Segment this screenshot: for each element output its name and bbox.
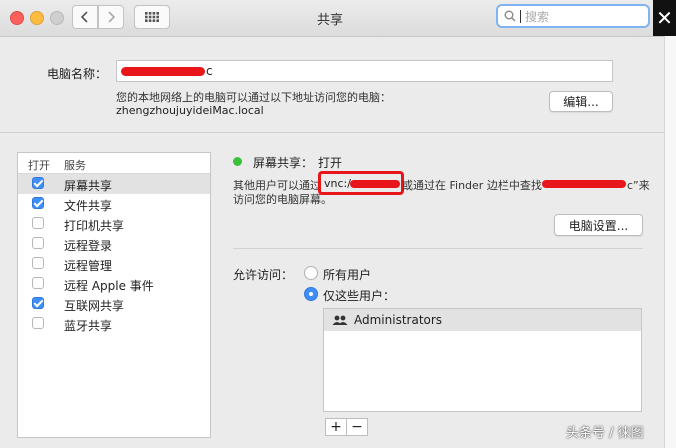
service-checkbox[interactable] [32, 277, 44, 289]
service-label: 互联网共享 [64, 299, 125, 313]
chevron-left-icon [81, 11, 88, 23]
service-row[interactable]: 互联网共享 [18, 294, 210, 314]
watermark-text: 头条号 / 徕图 [566, 426, 644, 441]
zoom-window-button[interactable] [50, 11, 64, 25]
chevron-right-icon [108, 11, 115, 23]
add-user-button[interactable]: + [325, 418, 347, 436]
service-row[interactable]: 文件共享 [18, 194, 210, 214]
minimize-window-button[interactable] [30, 11, 44, 25]
service-checkbox[interactable] [32, 297, 44, 309]
search-placeholder: 搜索 [525, 9, 550, 24]
service-label: 远程 Apple 事件 [64, 279, 154, 293]
user-row[interactable]: Administrators [324, 309, 641, 331]
description-line2: 访问您的电脑屏幕。 [233, 193, 332, 206]
radio-all-users-label[interactable]: 所有用户 [323, 266, 371, 283]
window-title: 共享 [316, 13, 343, 28]
show-all-button[interactable] [134, 5, 170, 29]
description-suffix: c”来 [627, 179, 650, 192]
service-label: 远程登录 [64, 239, 113, 253]
service-row[interactable]: 打印机共享 [18, 214, 210, 234]
window-titlebar: 共享 搜索 [0, 0, 664, 37]
local-network-hint: 您的本地网络上的电脑可以通过以下地址访问您的电脑： [116, 91, 391, 104]
service-row[interactable]: 远程登录 [18, 234, 210, 254]
service-label: 蓝牙共享 [64, 319, 113, 333]
service-row[interactable]: 远程管理 [18, 254, 210, 274]
window-edge [664, 36, 676, 448]
users-list[interactable]: Administrators [323, 308, 642, 412]
status-value: 打开 [318, 156, 343, 170]
service-row[interactable]: 蓝牙共享 [18, 314, 210, 334]
service-row[interactable]: 远程 Apple 事件 [18, 274, 210, 294]
computer-name-visible-suffix: c [206, 64, 213, 78]
radio-all-users[interactable] [304, 266, 318, 280]
description-middle: 或通过在 Finder 边栏中查找“ [402, 179, 548, 192]
allow-access-label: 允许访问： [233, 268, 294, 282]
search-icon [504, 10, 516, 22]
close-window-button[interactable] [10, 11, 24, 25]
grid-icon [145, 12, 159, 22]
service-checkbox[interactable] [32, 257, 44, 269]
service-label: 屏幕共享 [64, 179, 113, 193]
computer-name-field[interactable]: c [116, 60, 613, 82]
user-name: Administrators [354, 313, 443, 327]
service-checkbox[interactable] [32, 237, 44, 249]
status-indicator-icon [233, 157, 242, 166]
back-button[interactable] [72, 5, 98, 29]
radio-only-users-label[interactable]: 仅这些用户： [323, 287, 395, 304]
computer-name-label: 电脑名称： [47, 67, 108, 81]
service-checkbox[interactable] [32, 217, 44, 229]
column-on-header: 打开 [28, 159, 50, 172]
text-caret [520, 9, 521, 23]
service-checkbox[interactable] [32, 197, 44, 209]
forward-button[interactable] [98, 5, 124, 29]
service-label: 打印机共享 [64, 219, 125, 233]
redaction-mark [121, 67, 205, 76]
edit-button[interactable]: 编辑... [549, 91, 613, 112]
computer-settings-button[interactable]: 电脑设置... [554, 214, 643, 236]
service-checkbox[interactable] [32, 177, 44, 189]
search-input[interactable]: 搜索 [496, 4, 650, 28]
group-icon [332, 315, 348, 325]
status-label: 屏幕共享： [253, 156, 314, 170]
service-label: 文件共享 [64, 199, 113, 213]
service-checkbox[interactable] [32, 317, 44, 329]
divider [233, 248, 643, 249]
column-service-header: 服务 [64, 159, 86, 172]
services-header: 打开 服务 [18, 153, 210, 174]
remove-user-button[interactable]: − [346, 418, 368, 436]
computer-name-section [0, 37, 664, 133]
services-list[interactable]: 打开 服务 屏幕共享文件共享打印机共享远程登录远程管理远程 Apple 事件 互联… [17, 152, 211, 438]
local-address: zhengzhoujuyideiMac.local [116, 104, 264, 117]
service-label: 远程管理 [64, 259, 113, 273]
service-row[interactable]: 屏幕共享 [18, 174, 210, 194]
close-overlay-icon[interactable]: ✕ [653, 0, 676, 36]
redaction-mark [542, 180, 626, 188]
radio-only-these-users[interactable] [304, 287, 318, 301]
